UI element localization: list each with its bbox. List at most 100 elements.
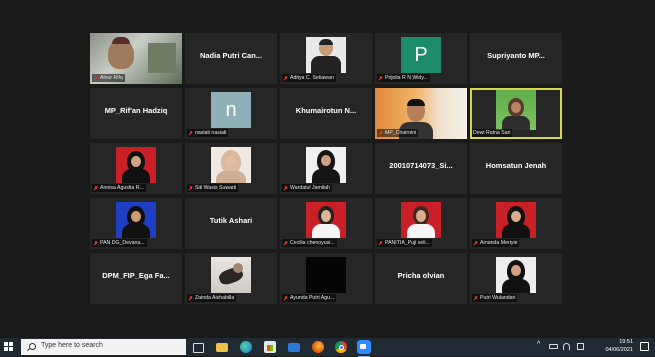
participant-tile[interactable]: MP_Chairoini — [375, 88, 467, 139]
participant-name: PANITIA_Puji seli... — [377, 239, 432, 247]
search-placeholder: Type here to search — [41, 342, 103, 349]
participant-name: Dewi Ratna Sari — [472, 129, 513, 137]
participant-video — [306, 37, 346, 73]
taskbar-search-box[interactable]: Type here to search — [21, 339, 186, 355]
participant-name: Siti Wasis Suwarti — [187, 184, 239, 192]
participant-name: Ainur Rifq — [92, 74, 125, 82]
participant-name: Zainda Aishabilla — [187, 294, 237, 302]
clock-date: 04/06/2021 — [605, 346, 633, 353]
participant-tile[interactable]: n nasiati nasiati — [185, 88, 277, 139]
mic-muted-icon — [93, 185, 98, 191]
clock-time: 19:51 — [619, 339, 633, 345]
participant-name: Nadia Putri Can... — [199, 51, 263, 60]
participant-name: PAN DG_Devana... — [92, 239, 147, 247]
system-tray: ^ 19:51 04/06/2021 — [535, 338, 655, 356]
participant-name: nasiati nasiati — [187, 129, 229, 137]
volume-icon[interactable] — [577, 343, 584, 350]
search-icon — [29, 343, 36, 350]
participant-name: Aditya C. Setiawan — [282, 74, 336, 82]
avatar: P — [401, 37, 441, 73]
participant-tile[interactable]: Amanda Meriyie — [470, 198, 562, 249]
participant-tile[interactable]: Ayunda Putri Agu... — [280, 253, 372, 304]
participant-name: Amanda Meriyie — [472, 239, 520, 247]
mic-muted-icon — [93, 240, 98, 246]
participant-tile[interactable]: Annisa Agustia R... — [90, 143, 182, 194]
mic-muted-icon — [283, 185, 288, 191]
avatar: n — [211, 92, 251, 128]
zoom-icon[interactable] — [357, 340, 371, 357]
mic-muted-icon — [283, 75, 288, 81]
participant-tile[interactable]: MP_Rif'an Hadziq — [90, 88, 182, 139]
participant-name: MP_Rif'an Hadziq — [104, 106, 168, 115]
participant-name: Khumairotun N... — [295, 106, 357, 115]
participant-name: Tutik Ashari — [209, 216, 253, 225]
mic-muted-icon — [378, 240, 383, 246]
participant-video — [116, 147, 156, 183]
mail-icon[interactable] — [288, 343, 300, 352]
participant-tile[interactable]: P Prijolia R N Widy... — [375, 33, 467, 84]
video-gallery: Ainur Rifq Nadia Putri Can... Aditya C. … — [0, 0, 655, 338]
participant-tile[interactable]: Tutik Ashari — [185, 198, 277, 249]
participant-tile[interactable]: Supriyanto MP... — [470, 33, 562, 84]
participant-tile[interactable]: Nadia Putri Can... — [185, 33, 277, 84]
participant-tile[interactable]: Zainda Aishabilla — [185, 253, 277, 304]
participant-name: 20010714073_Si... — [389, 161, 453, 170]
participant-tile[interactable]: Homsatun Jenah — [470, 143, 562, 194]
chevron-up-icon[interactable]: ^ — [537, 341, 544, 348]
participant-tile[interactable]: PANITIA_Puji seli... — [375, 198, 467, 249]
mic-muted-icon — [188, 185, 193, 191]
participant-name: Pricha olvian — [397, 271, 445, 280]
network-icon[interactable] — [563, 343, 570, 350]
mic-muted-icon — [93, 75, 98, 81]
participant-video — [306, 147, 346, 183]
participant-name: Homsatun Jenah — [485, 161, 547, 170]
participant-tile[interactable]: Aditya C. Setiawan — [280, 33, 372, 84]
mic-muted-icon — [473, 295, 478, 301]
participant-tile[interactable]: 20010714073_Si... — [375, 143, 467, 194]
notification-icon[interactable] — [640, 342, 649, 351]
participant-name: Annisa Agustia R... — [92, 184, 146, 192]
battery-icon[interactable] — [549, 344, 558, 349]
windows-taskbar: Type here to search ^ 19:51 04/06/2021 — [0, 338, 655, 357]
participant-video — [401, 202, 441, 238]
participant-video — [496, 257, 536, 293]
participant-tile[interactable]: Khumairotun N... — [280, 88, 372, 139]
edge-icon[interactable] — [240, 341, 252, 353]
participant-video — [211, 257, 251, 293]
windows-start-icon[interactable] — [4, 342, 14, 352]
participant-video — [496, 202, 536, 238]
mic-muted-icon — [378, 75, 383, 81]
participant-tile-active-speaker[interactable]: Dewi Ratna Sari — [470, 88, 562, 139]
mic-muted-icon — [188, 130, 193, 136]
participant-tile[interactable]: Cecilia chenoyusi... — [280, 198, 372, 249]
mic-muted-icon — [283, 240, 288, 246]
store-icon[interactable] — [264, 341, 276, 353]
task-view-icon[interactable] — [193, 343, 204, 353]
participant-tile[interactable]: Pricha olvian — [375, 253, 467, 304]
participant-name: Prijolia R N Widy... — [377, 74, 430, 82]
mic-muted-icon — [473, 240, 478, 246]
participant-name: Supriyanto MP... — [487, 51, 545, 60]
participant-tile[interactable]: DPM_FIP_Ega Fa... — [90, 253, 182, 304]
participant-tile[interactable]: Putri Wulandari — [470, 253, 562, 304]
participant-tile[interactable]: Wardatul Jamilah — [280, 143, 372, 194]
participant-name: DPM_FIP_Ega Fa... — [102, 271, 170, 280]
mic-muted-icon — [188, 295, 193, 301]
firefox-icon[interactable] — [312, 341, 324, 353]
taskbar-clock[interactable]: 19:51 04/06/2021 — [605, 339, 633, 354]
participant-name: Putri Wulandari — [472, 294, 518, 302]
participant-name: Cecilia chenoyusi... — [282, 239, 337, 247]
participant-name: MP_Chairoini — [377, 129, 419, 137]
mic-muted-icon — [283, 295, 288, 301]
file-explorer-icon[interactable] — [216, 343, 228, 352]
participant-tile[interactable]: Siti Wasis Suwarti — [185, 143, 277, 194]
participant-tile[interactable]: PAN DG_Devana... — [90, 198, 182, 249]
participant-name: Wardatul Jamilah — [282, 184, 332, 192]
participant-video — [306, 202, 346, 238]
participant-video — [211, 147, 251, 183]
chrome-icon[interactable] — [335, 341, 347, 353]
participant-video — [306, 257, 346, 293]
participant-video — [496, 90, 536, 130]
mic-muted-icon — [378, 130, 383, 136]
participant-tile[interactable]: Ainur Rifq — [90, 33, 182, 84]
